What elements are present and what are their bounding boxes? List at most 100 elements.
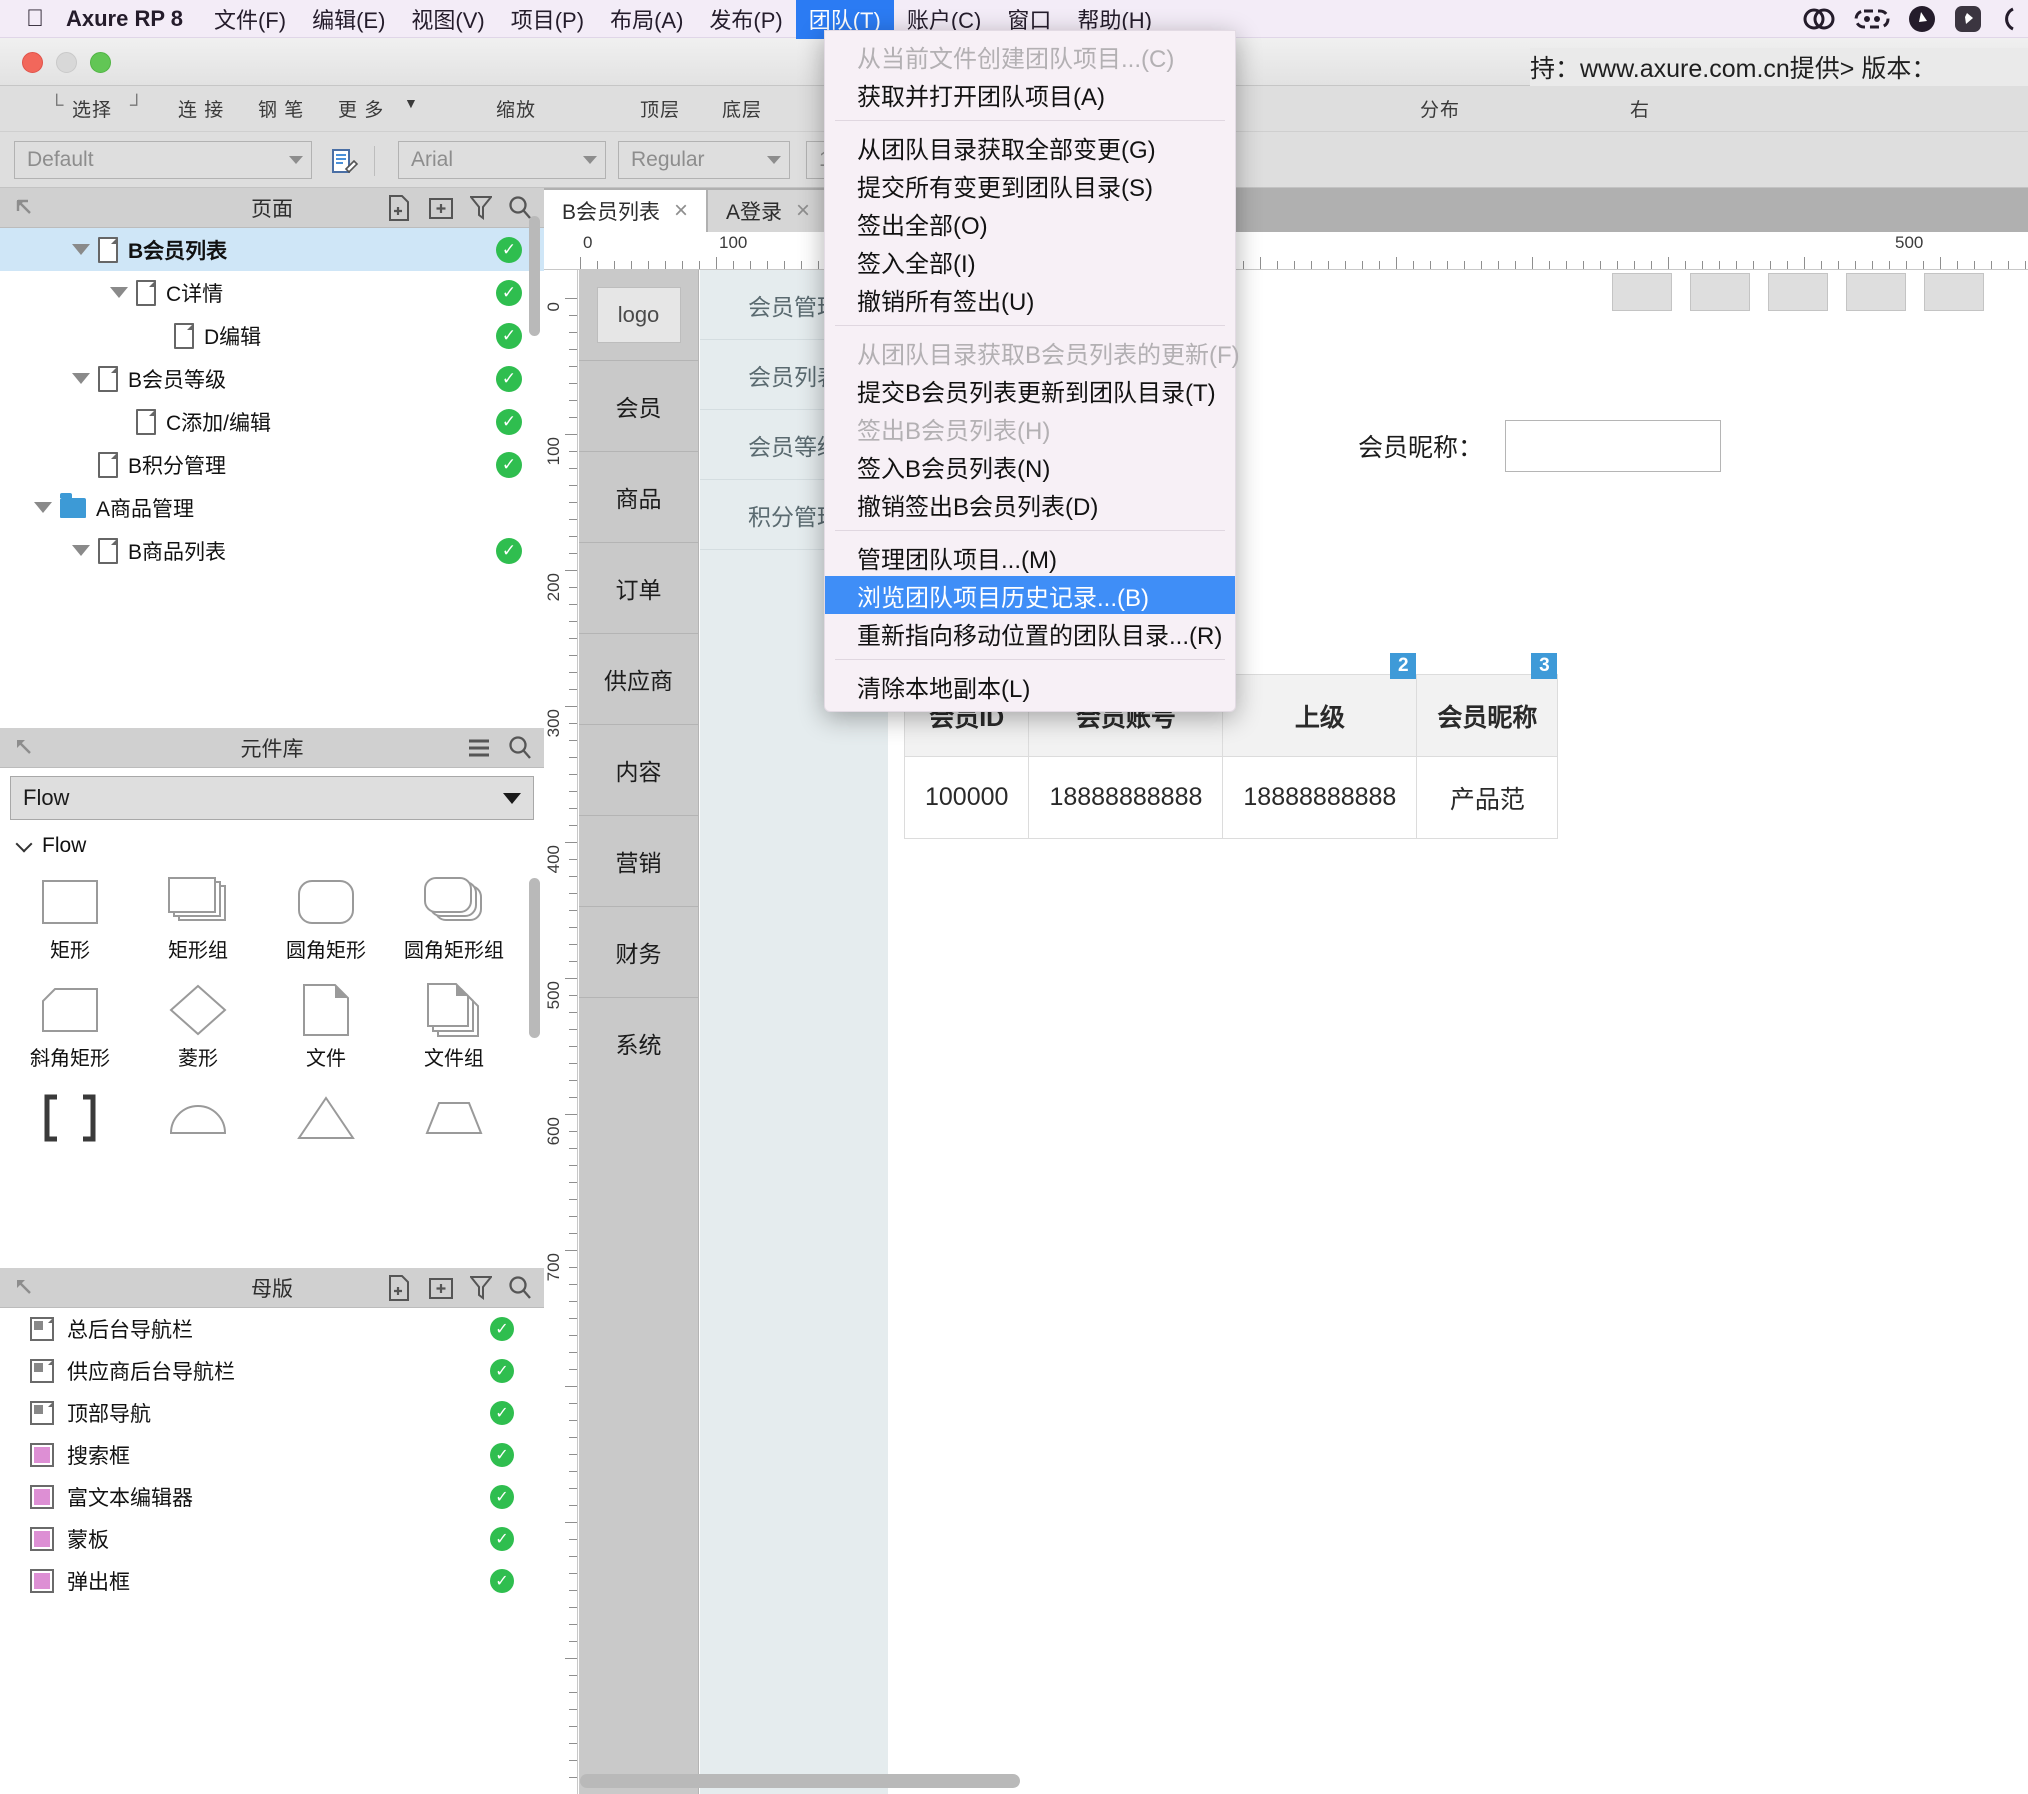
chevron-down-icon[interactable]: ▼ xyxy=(404,95,419,111)
canvas-tab[interactable]: B会员列表 × xyxy=(544,190,707,232)
close-icon[interactable]: × xyxy=(674,199,688,223)
page-tree-item[interactable]: B商品列表 ✓ xyxy=(0,529,544,566)
more-options-button[interactable] xyxy=(1924,273,1984,311)
line-style-button[interactable] xyxy=(1768,273,1828,311)
prototype-nav-item[interactable]: 财务 xyxy=(579,906,698,997)
widget-item[interactable] xyxy=(134,1084,262,1192)
team-menu-item[interactable]: 获取并打开团队项目(A) xyxy=(825,75,1235,113)
widget-item[interactable]: 矩形 xyxy=(6,868,134,976)
masters-list[interactable]: 总后台导航栏 ✓ 供应商后台导航栏 ✓ 顶部导航 ✓ 搜索框 ✓ 富文本编辑器 ✓ 蒙板 ✓ 弹出框 ✓ xyxy=(0,1308,544,1602)
arrow-style-button[interactable] xyxy=(1846,273,1906,311)
line-color-button[interactable] xyxy=(1690,273,1750,311)
creative-cloud-icon[interactable] xyxy=(1802,6,1836,32)
fill-color-button[interactable] xyxy=(1612,273,1672,311)
canvas-horizontal-scrollbar[interactable] xyxy=(580,1774,1020,1788)
tool-connect[interactable]: 连 接 xyxy=(178,95,224,122)
style-edit-icon[interactable] xyxy=(330,148,359,181)
collapse-icon[interactable] xyxy=(14,1277,36,1305)
page-tree-item[interactable]: A商品管理 xyxy=(0,486,544,529)
library-scrollbar[interactable] xyxy=(529,878,540,1038)
tool-select[interactable]: 选择 xyxy=(72,95,112,122)
chevron-down-icon[interactable] xyxy=(110,287,128,298)
tool-back[interactable]: 底层 xyxy=(722,95,762,122)
team-menu-item[interactable]: 重新指向移动位置的团队目录...(R) xyxy=(825,614,1235,652)
team-menu-item[interactable]: 签出全部(O) xyxy=(825,204,1235,242)
page-tree-item[interactable]: B积分管理 ✓ xyxy=(0,443,544,486)
widget-item[interactable]: 圆角矩形组 xyxy=(390,868,518,976)
add-page-icon[interactable] xyxy=(388,195,412,227)
collapse-icon[interactable] xyxy=(14,197,36,225)
page-tree-item[interactable]: D编辑 ✓ xyxy=(0,314,544,357)
master-item[interactable]: 顶部导航 ✓ xyxy=(0,1392,544,1434)
master-item[interactable]: 总后台导航栏 ✓ xyxy=(0,1308,544,1350)
tool-zoom[interactable]: 缩放 xyxy=(496,95,536,122)
tool-right[interactable]: 右 xyxy=(1630,95,1650,122)
widget-item[interactable] xyxy=(390,1084,518,1192)
team-menu-item[interactable]: 签入B会员列表(N) xyxy=(825,447,1235,485)
capsule-icon[interactable] xyxy=(1854,7,1890,31)
close-icon[interactable]: × xyxy=(796,199,810,223)
team-menu-item[interactable]: 从团队目录获取全部变更(G) xyxy=(825,128,1235,166)
app-name-label[interactable]: Axure RP 8 xyxy=(56,4,193,34)
apple-icon[interactable]:  xyxy=(0,6,44,31)
prototype-nav-item[interactable]: 订单 xyxy=(579,542,698,633)
artboard[interactable]: logo 会员 商品 订单 供应商 内容 营销 财务 系统 会员管理 会员列表 会员等级 积分管理 … xyxy=(579,270,2028,1794)
widget-item[interactable] xyxy=(6,1084,134,1192)
add-folder-icon[interactable] xyxy=(428,1275,454,1307)
menu-project[interactable]: 项目(P) xyxy=(498,0,597,39)
team-menu-item[interactable]: 管理团队项目...(M) xyxy=(825,538,1235,576)
team-menu-item[interactable]: 提交所有变更到团队目录(S) xyxy=(825,166,1235,204)
team-menu-item[interactable]: 清除本地副本(L) xyxy=(825,667,1235,705)
team-menu-dropdown[interactable]: 从当前文件创建团队项目...(C) 获取并打开团队项目(A) 从团队目录获取全部变更… xyxy=(824,30,1240,712)
add-master-icon[interactable] xyxy=(388,1275,412,1307)
chevron-down-icon[interactable] xyxy=(72,545,90,556)
tool-distribute[interactable]: 分布 xyxy=(1420,95,1460,122)
tool-pen[interactable]: 钢 笔 xyxy=(258,95,304,122)
master-item[interactable]: 供应商后台导航栏 ✓ xyxy=(0,1350,544,1392)
menu-file[interactable]: 文件(F) xyxy=(201,0,299,39)
chevron-down-icon[interactable] xyxy=(72,373,90,384)
tool-more[interactable]: 更 多 xyxy=(338,95,384,122)
master-item[interactable]: 富文本编辑器 ✓ xyxy=(0,1476,544,1518)
library-group-header[interactable]: Flow xyxy=(0,820,544,868)
canvas-tab[interactable]: A登录 × xyxy=(708,190,829,232)
team-menu-item[interactable]: 签入全部(I) xyxy=(825,242,1235,280)
library-select[interactable]: Flow xyxy=(10,776,534,820)
filter-icon[interactable] xyxy=(468,1275,494,1307)
widget-item[interactable]: 菱形 xyxy=(134,976,262,1084)
master-item[interactable]: 蒙板 ✓ xyxy=(0,1518,544,1560)
widget-item[interactable]: 文件组 xyxy=(390,976,518,1084)
widget-item[interactable]: 文件 xyxy=(262,976,390,1084)
style-select[interactable]: Default xyxy=(14,141,312,179)
prototype-nav-item[interactable]: 系统 xyxy=(579,997,698,1088)
partial-icon[interactable] xyxy=(2000,6,2014,32)
menu-edit[interactable]: 编辑(E) xyxy=(299,0,398,39)
pages-tree[interactable]: B会员列表 ✓ C详情 ✓ D编辑 ✓ B会员等级 ✓ C添加/编辑 ✓ B积分管理 ✓ A商品管理 B商… xyxy=(0,228,544,566)
menu-view[interactable]: 视图(V) xyxy=(398,0,497,39)
add-folder-icon[interactable] xyxy=(428,195,454,227)
master-item[interactable]: 搜索框 ✓ xyxy=(0,1434,544,1476)
master-item[interactable]: 弹出框 ✓ xyxy=(0,1560,544,1602)
team-menu-item[interactable]: 撤销签出B会员列表(D) xyxy=(825,485,1235,523)
nickname-input[interactable] xyxy=(1505,420,1722,472)
page-tree-item[interactable]: B会员等级 ✓ xyxy=(0,357,544,400)
dropbox-icon[interactable] xyxy=(1908,5,1936,33)
chevron-down-icon[interactable] xyxy=(72,244,90,255)
prototype-nav-item[interactable]: 营销 xyxy=(579,815,698,906)
font-weight-select[interactable]: Regular xyxy=(618,141,790,179)
menu-layout[interactable]: 布局(A) xyxy=(597,0,696,39)
team-menu-item[interactable]: 撤销所有签出(U) xyxy=(825,280,1235,318)
widget-item[interactable]: 矩形组 xyxy=(134,868,262,976)
page-tree-item[interactable]: C添加/编辑 ✓ xyxy=(0,400,544,443)
pages-scrollbar[interactable] xyxy=(529,216,540,336)
prototype-nav-item[interactable]: 会员 xyxy=(579,360,698,451)
annotation-badge[interactable]: 2 xyxy=(1390,653,1417,679)
collapse-icon[interactable] xyxy=(14,737,36,765)
page-tree-item[interactable]: B会员列表 ✓ xyxy=(0,228,544,271)
page-tree-item[interactable]: C详情 ✓ xyxy=(0,271,544,314)
menu-publish[interactable]: 发布(P) xyxy=(696,0,795,39)
team-menu-item[interactable]: 浏览团队项目历史记录...(B) xyxy=(825,576,1235,614)
search-icon[interactable] xyxy=(508,735,532,767)
annotation-badge[interactable]: 3 xyxy=(1531,653,1558,679)
team-menu-item[interactable]: 提交B会员列表更新到团队目录(T) xyxy=(825,371,1235,409)
